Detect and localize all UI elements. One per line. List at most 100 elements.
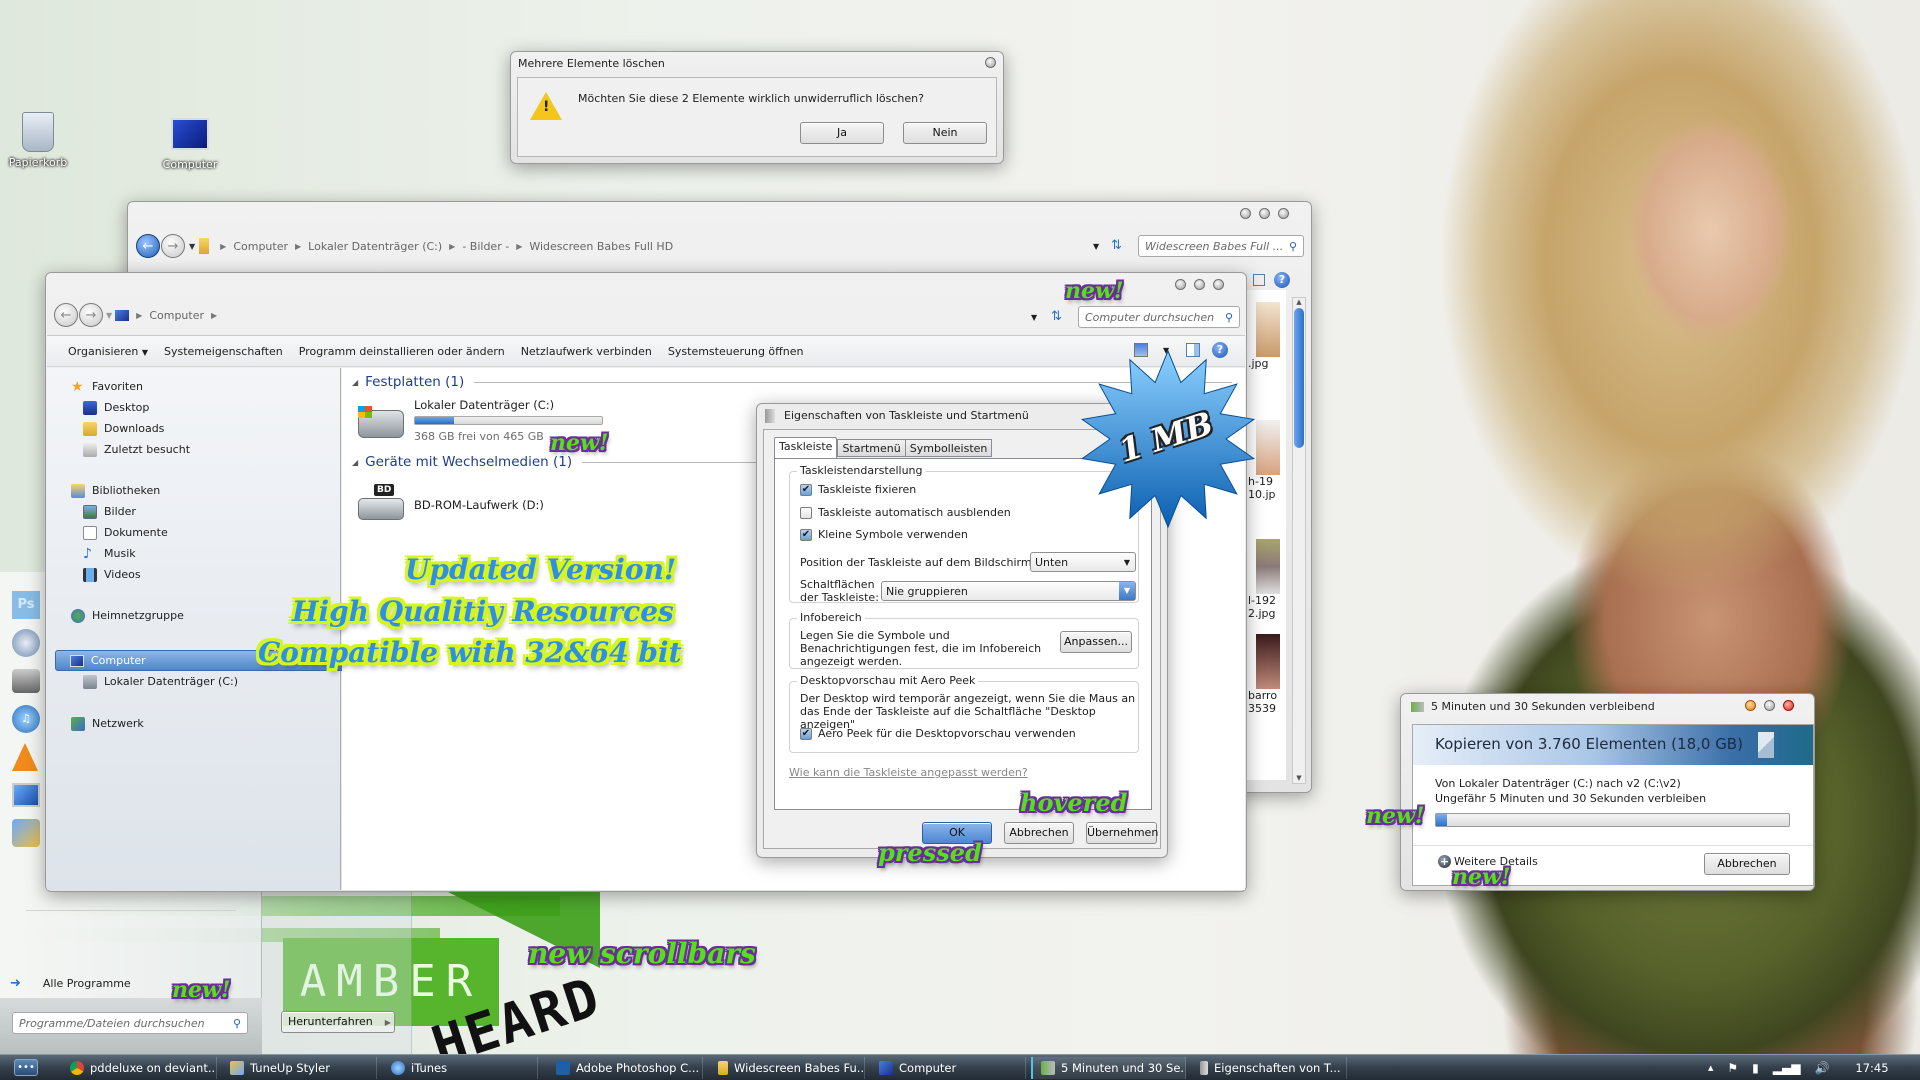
show-hidden-icons-button[interactable]: ▲ xyxy=(1708,1064,1713,1072)
tab-taskbar[interactable]: Taskleiste xyxy=(774,437,838,458)
action-center-flag-icon[interactable]: ⚑ xyxy=(1727,1061,1738,1075)
volume-icon[interactable]: 🔊 xyxy=(1814,1061,1829,1075)
desktop-icon-recycle-bin[interactable]: Papierkorb xyxy=(0,112,78,169)
taskbar-item-active[interactable]: 5 Minuten und 30 Se... xyxy=(1031,1057,1186,1079)
drive-d-item[interactable]: BD BD-ROM-Laufwerk (D:) xyxy=(354,478,614,528)
cancel-button[interactable]: Abbrechen xyxy=(1004,822,1074,844)
vertical-scrollbar[interactable]: ▲ ▼ xyxy=(1292,297,1306,784)
checkbox-lock-taskbar[interactable]: ✔ Taskleiste fixieren xyxy=(800,483,916,496)
nav-network[interactable]: Netzwerk xyxy=(71,713,144,734)
thumbnail[interactable] xyxy=(1256,420,1280,475)
breadcrumb-item[interactable]: - Bilder - xyxy=(462,240,509,253)
all-programs-button[interactable]: ➜ Alle Programme xyxy=(10,976,131,991)
close-button[interactable] xyxy=(1278,208,1289,219)
history-dropdown-icon[interactable]: ▼ xyxy=(106,311,112,320)
refresh-icon[interactable]: ⇅ xyxy=(1051,309,1062,324)
breadcrumb-item[interactable]: Computer xyxy=(233,240,288,253)
buttons-label: Schaltflächen der Taskleiste: xyxy=(800,578,879,604)
no-button[interactable]: Nein xyxy=(903,122,987,144)
taskbar-item[interactable]: Eigenschaften von T... xyxy=(1192,1057,1347,1079)
search-input[interactable]: Computer durchsuchen ⚲ xyxy=(1078,306,1240,328)
cancel-button[interactable]: Abbrechen xyxy=(1704,853,1790,875)
taskbar-item[interactable]: iTunes xyxy=(383,1057,538,1079)
tab-toolbars[interactable]: Symbolleisten xyxy=(905,439,993,457)
back-button[interactable]: ← xyxy=(54,303,78,327)
thumbnail[interactable] xyxy=(1256,539,1280,594)
refresh-icon[interactable]: ⇅ xyxy=(1111,238,1122,253)
power-icon[interactable]: ▮ xyxy=(1752,1061,1759,1075)
checkbox-aero-peek[interactable]: ✔ Aero Peek für die Desktopvorschau verwe… xyxy=(800,727,1076,740)
help-icon[interactable]: ? xyxy=(1274,272,1290,288)
customize-button[interactable]: Anpassen... xyxy=(1060,631,1132,653)
uninstall-button[interactable]: Programm deinstallieren oder ändern xyxy=(299,345,505,358)
search-input[interactable]: Widescreen Babes Full ... ⚲ xyxy=(1138,235,1304,257)
scroll-down-icon[interactable]: ▼ xyxy=(1293,774,1305,782)
grouping-select[interactable]: Nie gruppieren ▼ xyxy=(881,581,1136,601)
nav-documents[interactable]: Dokumente xyxy=(71,522,331,543)
back-button[interactable]: ← xyxy=(136,234,160,258)
checkbox[interactable]: ✔ xyxy=(800,528,812,541)
taskbar-item[interactable]: Adobe Photoshop C... xyxy=(548,1057,703,1079)
itunes-icon xyxy=(391,1061,405,1075)
nav-videos[interactable]: Videos xyxy=(71,564,331,585)
forward-button[interactable]: → xyxy=(79,303,103,327)
history-dropdown-icon[interactable]: ▼ xyxy=(189,242,195,251)
nav-libraries[interactable]: Bibliotheken xyxy=(71,480,331,501)
close-button[interactable] xyxy=(1213,279,1224,290)
taskbar-item[interactable]: Computer xyxy=(871,1057,1026,1079)
tab-start-menu[interactable]: Startmenü xyxy=(837,439,906,457)
maximize-button[interactable] xyxy=(1259,208,1270,219)
maximize-button[interactable] xyxy=(1764,700,1775,711)
scroll-up-icon[interactable]: ▲ xyxy=(1293,298,1305,306)
organize-menu[interactable]: Organisieren ▼ xyxy=(68,345,148,358)
checkbox[interactable] xyxy=(800,506,812,519)
breadcrumb-item[interactable]: Computer xyxy=(149,309,204,322)
chevron-right-icon[interactable]: ▶ xyxy=(385,1018,391,1027)
apply-button[interactable]: Übernehmen xyxy=(1086,822,1158,844)
address-dropdown-icon[interactable]: ▼ xyxy=(1093,242,1099,251)
minimize-button[interactable] xyxy=(1175,279,1186,290)
start-button[interactable]: ••• xyxy=(14,1059,38,1076)
taskbar-item[interactable]: pddeluxe on deviant... xyxy=(62,1057,217,1079)
checkbox-small-icons[interactable]: ✔ Kleine Symbole verwenden xyxy=(800,528,968,541)
thumbnail[interactable] xyxy=(1256,634,1280,689)
maximize-button[interactable] xyxy=(1194,279,1205,290)
shutdown-button[interactable]: Herunterfahren ▶ xyxy=(281,1011,395,1033)
map-network-drive-button[interactable]: Netzlaufwerk verbinden xyxy=(521,345,652,358)
taskbar-item[interactable]: TuneUp Styler xyxy=(222,1057,377,1079)
minimize-button[interactable] xyxy=(1240,208,1251,219)
start-search-input[interactable]: Programme/Dateien durchsuchen ⚲ xyxy=(12,1012,248,1034)
forward-button[interactable]: → xyxy=(161,234,185,258)
nav-drive-c[interactable]: Lokaler Datenträger (C:) xyxy=(83,671,238,692)
checkbox[interactable]: ✔ xyxy=(800,727,812,740)
styler-icon xyxy=(230,1061,244,1075)
yes-button[interactable]: Ja xyxy=(800,122,884,144)
breadcrumb-item[interactable]: Widescreen Babes Full HD xyxy=(529,240,673,253)
clock[interactable]: 17:45 xyxy=(1855,1061,1888,1075)
nav-favorites[interactable]: ★ Favoriten xyxy=(71,376,331,397)
desktop-icon-computer[interactable]: Computer xyxy=(150,112,230,171)
address-dropdown-icon[interactable]: ▼ xyxy=(1031,313,1037,322)
checkbox-autohide[interactable]: Taskleiste automatisch ausblenden xyxy=(800,506,1011,519)
nav-pictures[interactable]: Bilder xyxy=(71,501,331,522)
scrollbar-thumb[interactable] xyxy=(1294,308,1304,448)
position-select[interactable]: Unten ▼ xyxy=(1030,552,1136,572)
minimize-button[interactable] xyxy=(1745,700,1756,711)
close-button[interactable] xyxy=(1783,700,1794,711)
nav-recent[interactable]: Zuletzt besucht xyxy=(71,439,331,460)
taskbar-item[interactable]: Widescreen Babes Fu... xyxy=(710,1057,865,1079)
nav-downloads[interactable]: Downloads xyxy=(71,418,331,439)
nav-music[interactable]: ♪ Musik xyxy=(71,543,331,564)
defrag-icon xyxy=(12,669,40,693)
help-link[interactable]: Wie kann die Taskleiste angepasst werden… xyxy=(789,766,1028,779)
breadcrumb-item[interactable]: Lokaler Datenträger (C:) xyxy=(308,240,442,253)
network-signal-icon[interactable]: ▂▄▆ xyxy=(1773,1061,1801,1075)
open-control-panel-button[interactable]: Systemsteuerung öffnen xyxy=(668,345,804,358)
checkbox[interactable]: ✔ xyxy=(800,483,812,496)
nav-computer[interactable] xyxy=(55,745,385,766)
nav-desktop[interactable]: Desktop xyxy=(71,397,331,418)
system-properties-button[interactable]: Systemeigenschaften xyxy=(164,345,283,358)
close-button[interactable] xyxy=(985,57,996,68)
preview-pane-icon[interactable] xyxy=(1253,274,1265,286)
thumbnail[interactable] xyxy=(1256,302,1280,357)
